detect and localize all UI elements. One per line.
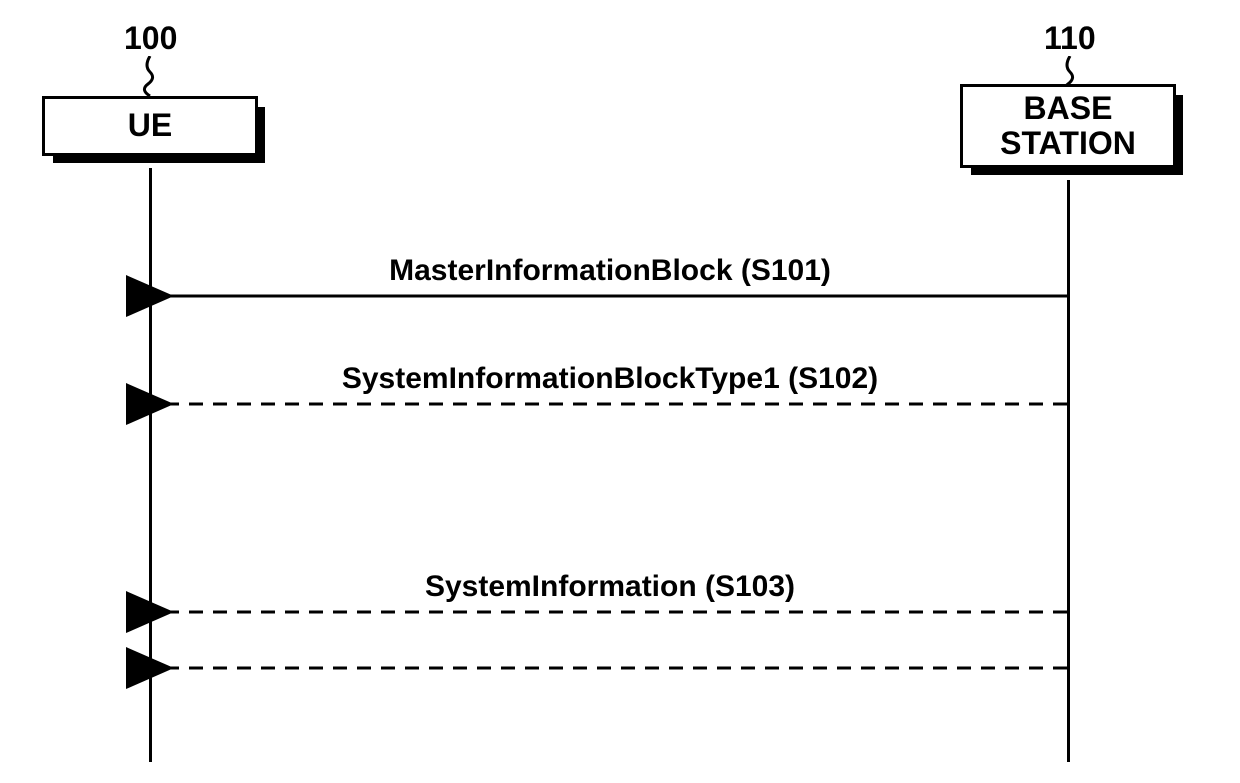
msg1-label: MasterInformationBlock (S101) [389,254,831,288]
ue-lifeline [149,168,152,762]
box-shadow-b [971,165,1183,175]
ue-actor-box: UE [42,96,258,156]
ue-lead-squiggle [132,56,172,100]
msg3-label: SystemInformation (S103) [425,570,795,604]
box-shadow-r [1173,95,1183,175]
ue-actor-label: UE [128,108,172,143]
box-shadow-b [53,153,265,163]
bs-actor-label: BASE STATION [1000,91,1136,161]
bs-lifeline [1067,180,1070,762]
bs-ref-number: 110 [1044,20,1096,57]
bs-actor-box: BASE STATION [960,84,1176,168]
msg2-label: SystemInformationBlockType1 (S102) [342,362,878,396]
ue-ref-number: 100 [124,20,177,57]
sequence-diagram: 100 110 UE BASE STATION MasterInformatio… [0,0,1240,783]
